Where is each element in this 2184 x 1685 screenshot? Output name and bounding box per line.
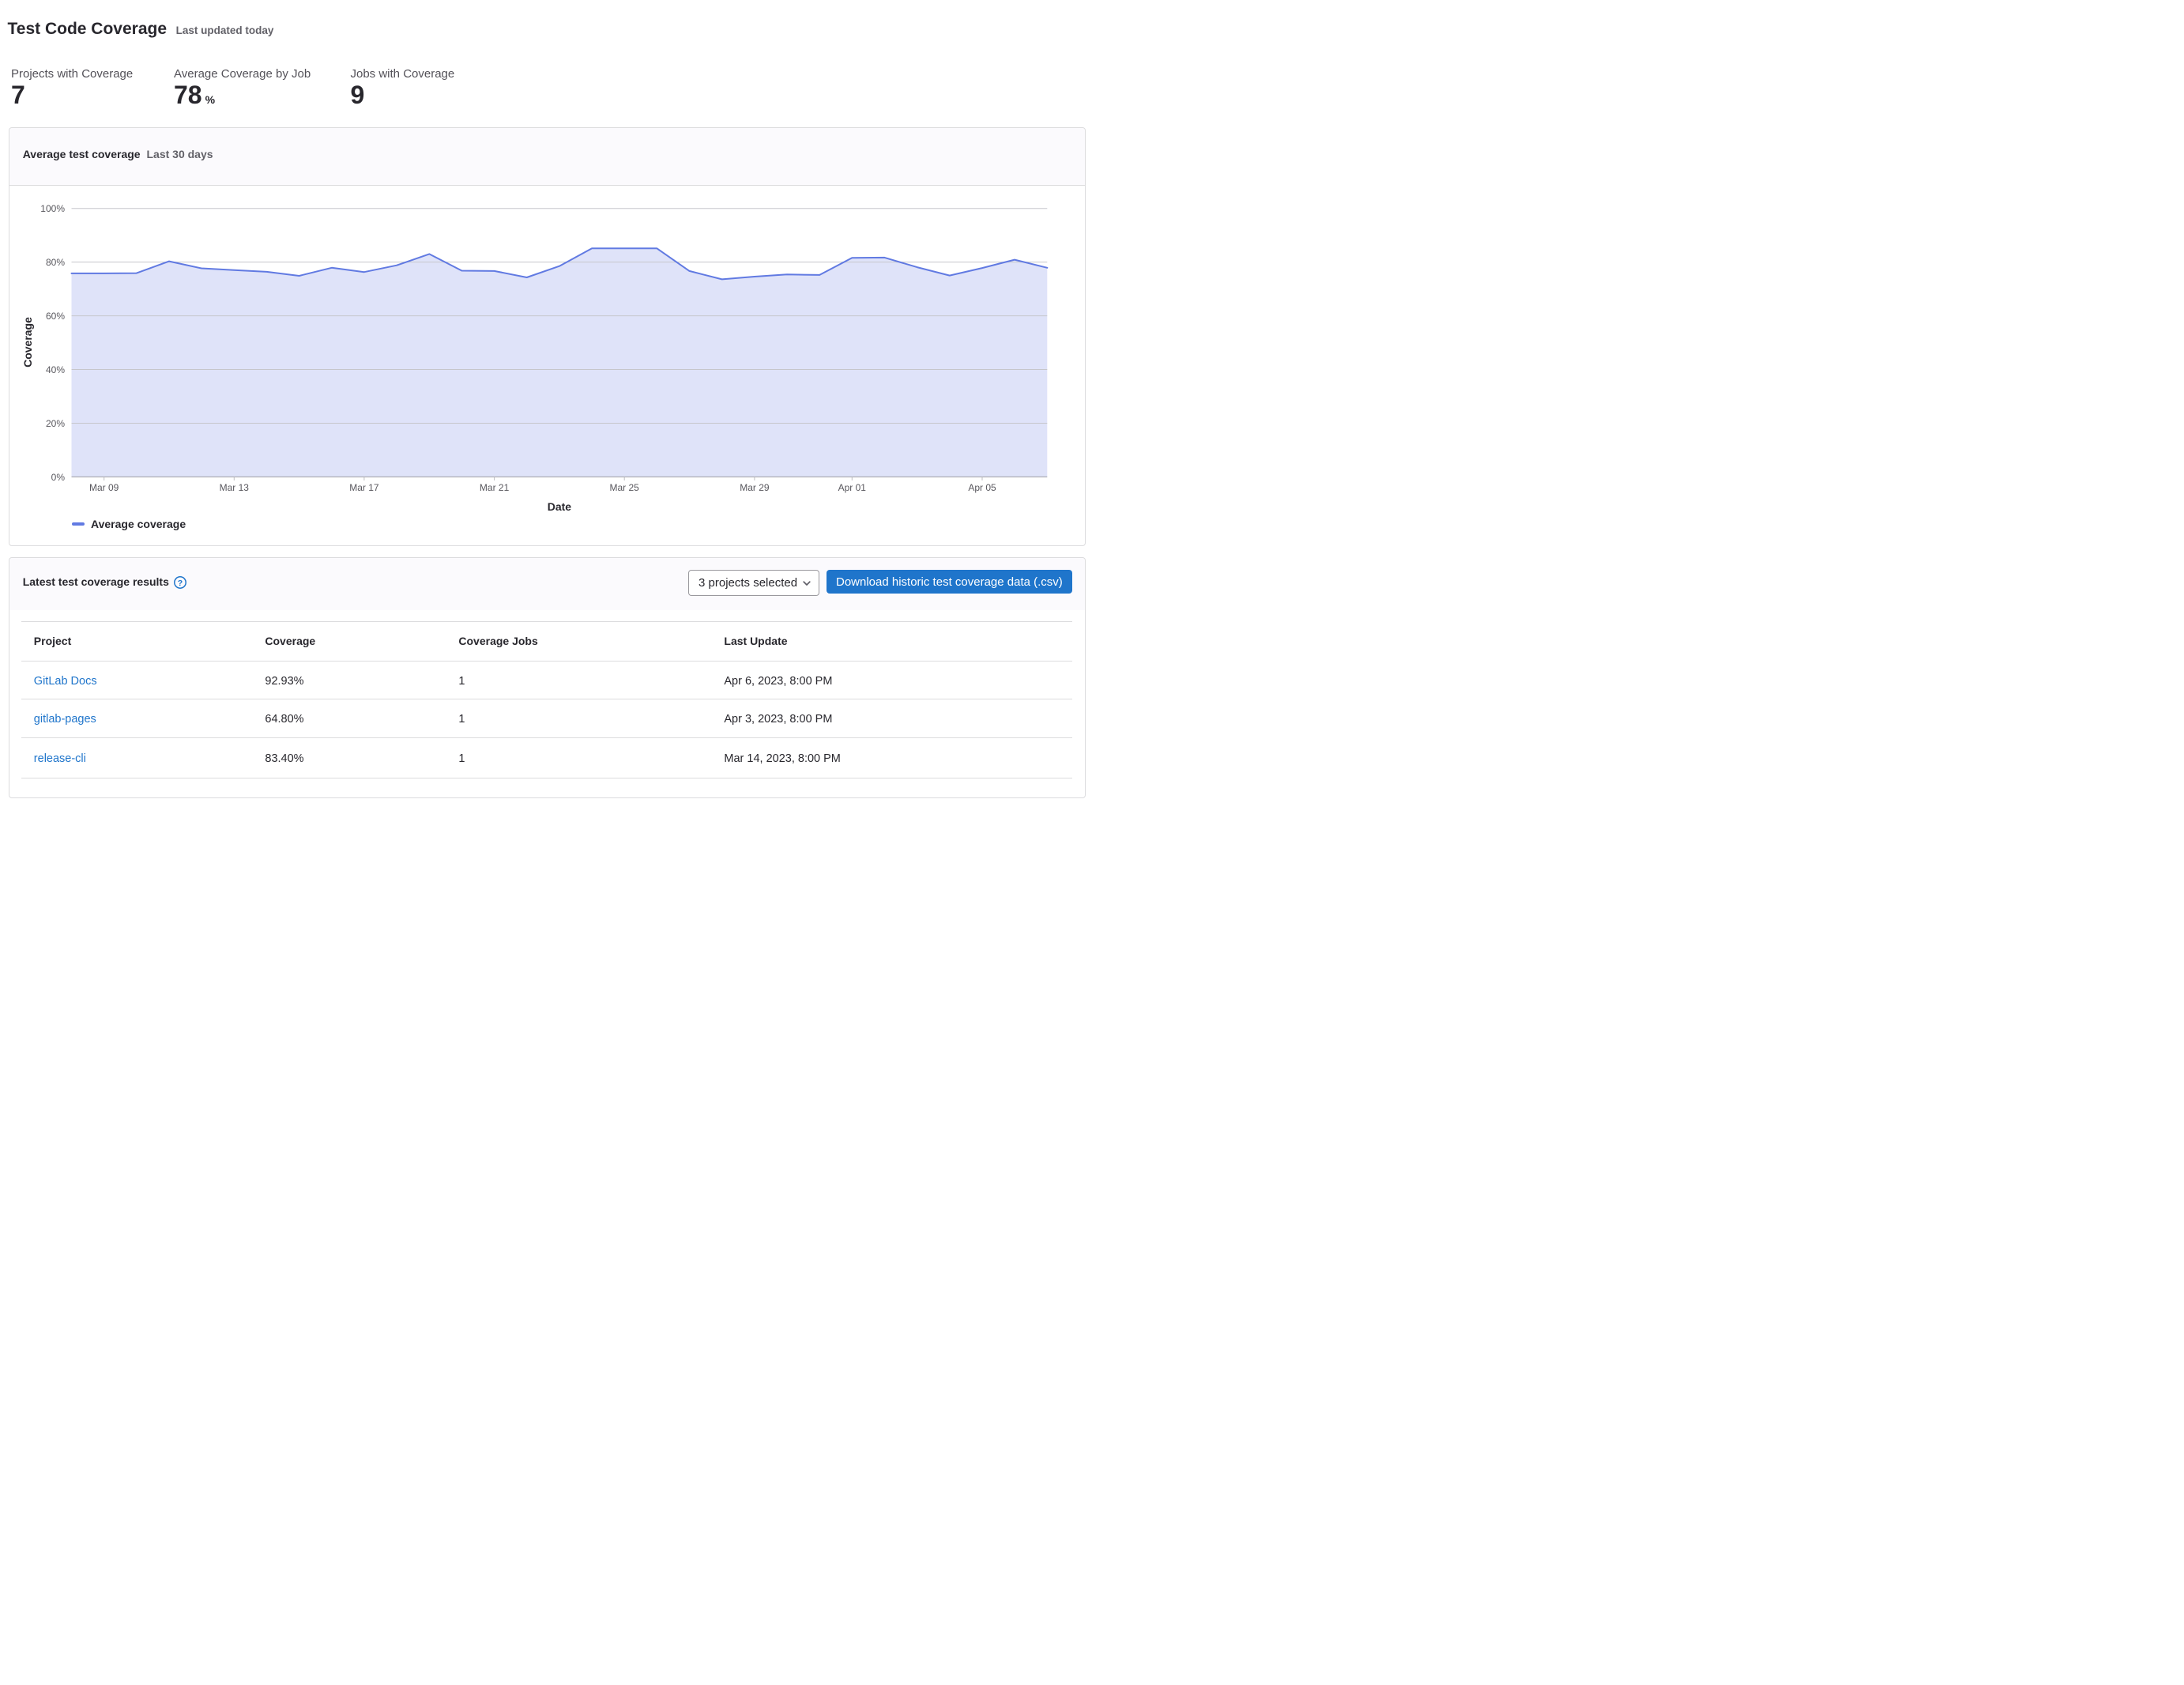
svg-text:?: ? bbox=[178, 579, 183, 588]
